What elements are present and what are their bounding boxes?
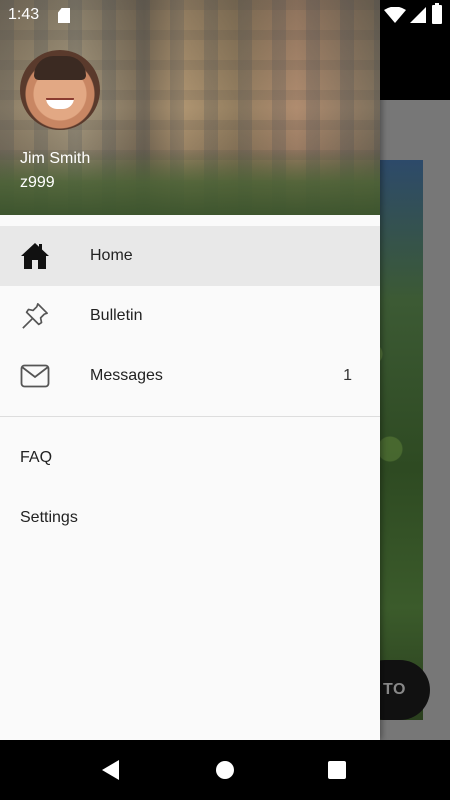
primary-nav-list: Home Bulletin Messages 1 — [0, 226, 380, 406]
signal-icon — [410, 7, 426, 23]
system-nav-bar — [0, 740, 450, 800]
mail-icon — [20, 364, 50, 388]
nav-item-messages[interactable]: Messages 1 — [0, 346, 380, 406]
nav-item-bulletin[interactable]: Bulletin — [0, 286, 380, 346]
user-name: Jim Smith — [20, 150, 91, 167]
home-icon — [21, 243, 49, 269]
nav-item-label: FAQ — [20, 449, 53, 466]
nav-item-home[interactable]: Home — [0, 226, 380, 286]
nav-item-label: Messages — [90, 367, 163, 384]
status-bar: 1:43 — [0, 0, 450, 30]
avatar[interactable] — [20, 50, 100, 130]
user-id: z999 — [20, 174, 55, 191]
divider — [0, 416, 380, 417]
sd-card-icon — [58, 8, 70, 23]
nav-item-label: Home — [90, 247, 133, 264]
secondary-nav-list: FAQ Settings — [0, 428, 380, 548]
nav-item-label: Settings — [20, 509, 78, 526]
fab-label: TO — [383, 681, 406, 698]
home-button[interactable] — [216, 761, 234, 779]
nav-item-settings[interactable]: Settings — [0, 488, 380, 548]
recents-button[interactable] — [328, 761, 346, 779]
nav-item-faq[interactable]: FAQ — [0, 428, 380, 488]
pin-icon — [22, 303, 48, 329]
back-button[interactable] — [102, 760, 119, 780]
navigation-drawer: Jim Smith z999 Home Bulletin Messages 1 … — [0, 0, 380, 740]
wifi-icon — [384, 7, 406, 23]
messages-count-badge: 1 — [343, 367, 352, 384]
status-time: 1:43 — [8, 6, 40, 23]
drawer-header: Jim Smith z999 — [0, 0, 380, 215]
battery-icon — [432, 3, 442, 24]
nav-item-label: Bulletin — [90, 307, 143, 324]
